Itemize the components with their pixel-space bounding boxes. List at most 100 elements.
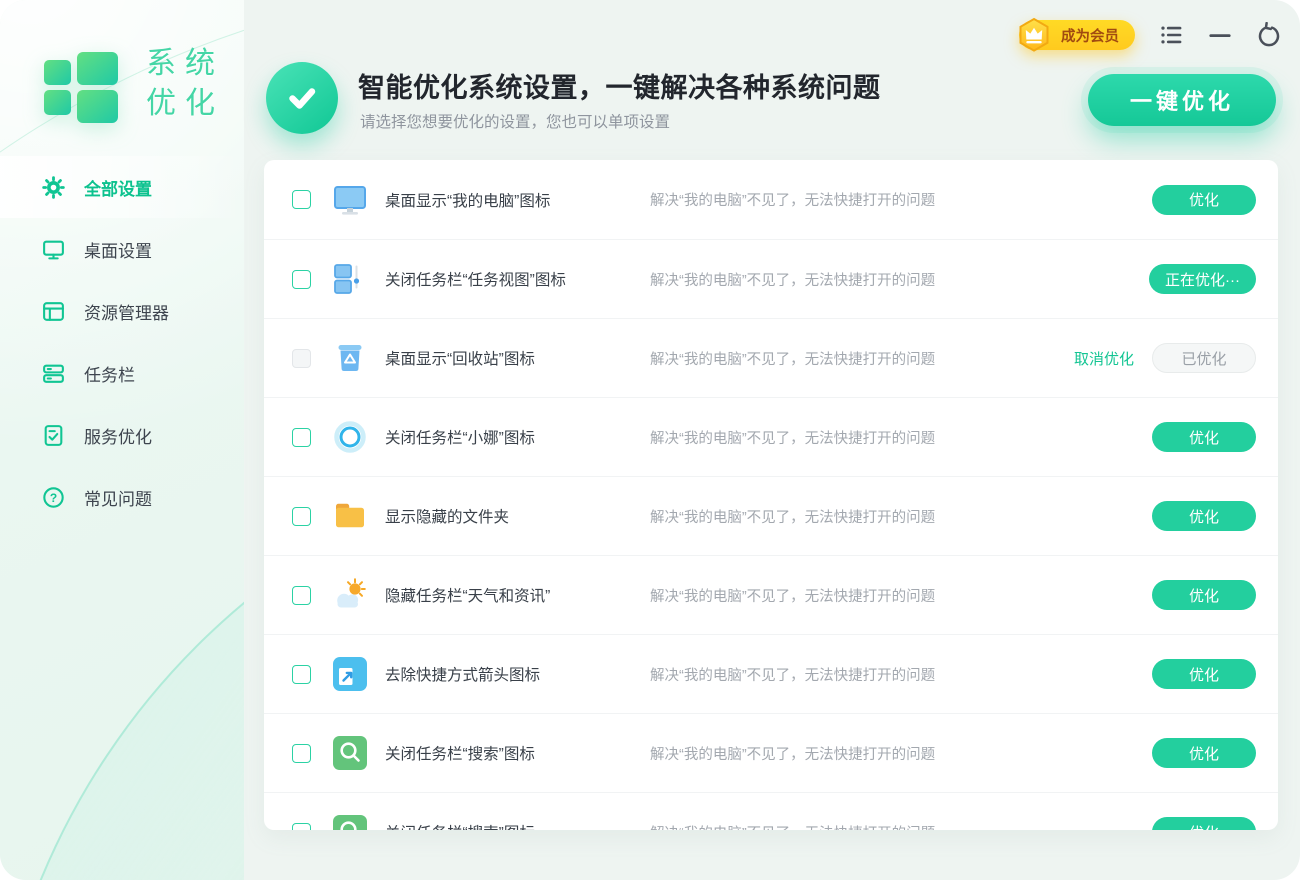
minimize-icon[interactable] <box>1206 22 1233 49</box>
row-title: 桌面显示“我的电脑”图标 <box>385 189 650 211</box>
sidebar-menu: 全部设置 桌面设置 资源管理器 任务栏 服务优化 ? 常见问题 <box>0 156 244 528</box>
row-checkbox[interactable] <box>292 744 311 763</box>
row-description: 解决“我的电脑”不见了，无法快捷打开的问题 <box>650 664 1152 685</box>
row-checkbox[interactable] <box>292 190 311 209</box>
sidebar-item-service-optimize[interactable]: 服务优化 <box>0 404 244 466</box>
row-title: 关闭任务栏“任务视图”图标 <box>385 268 650 290</box>
weather-icon <box>331 576 369 614</box>
row-checkbox[interactable] <box>292 665 311 684</box>
row-description: 解决“我的电脑”不见了，无法快捷打开的问题 <box>650 506 1152 527</box>
row-title: 桌面显示“回收站”图标 <box>385 347 650 369</box>
row-checkbox[interactable] <box>292 507 311 526</box>
list-item: 隐藏任务栏“天气和资讯”解决“我的电脑”不见了，无法快捷打开的问题优化 <box>264 555 1278 634</box>
task-view-icon <box>331 260 369 298</box>
sidebar-item-label: 任务栏 <box>84 361 135 386</box>
app-logo: 系统 优化 <box>36 40 224 128</box>
explorer-icon <box>40 298 66 324</box>
sidebar: 系统 优化 全部设置 桌面设置 资源管理器 任务栏 服务优化 ? 常见问题 <box>0 0 244 880</box>
one-click-optimize-button[interactable]: 一键优化 <box>1088 74 1276 126</box>
optimize-button[interactable]: 优化 <box>1152 185 1256 215</box>
cancel-optimize-link[interactable]: 取消优化 <box>1074 348 1134 369</box>
optimize-button[interactable]: 优化 <box>1152 580 1256 610</box>
row-description: 解决“我的电脑”不见了，无法快捷打开的问题 <box>650 585 1152 606</box>
row-description: 解决“我的电脑”不见了，无法快捷打开的问题 <box>650 189 1152 210</box>
row-checkbox[interactable] <box>292 428 311 447</box>
row-description: 解决“我的电脑”不见了，无法快捷打开的问题 <box>650 427 1152 448</box>
sidebar-item-all-settings[interactable]: 全部设置 <box>0 156 244 218</box>
list-item: 桌面显示“回收站”图标解决“我的电脑”不见了，无法快捷打开的问题取消优化已优化 <box>264 318 1278 397</box>
row-action: 优化 <box>1152 501 1256 531</box>
list-item: 关闭任务栏“小娜”图标解决“我的电脑”不见了，无法快捷打开的问题优化 <box>264 397 1278 476</box>
page-title: 智能优化系统设置，一键解决各种系统问题 <box>358 66 881 105</box>
member-label: 成为会员 <box>1061 25 1119 46</box>
sidebar-item-explorer[interactable]: 资源管理器 <box>0 280 244 342</box>
row-action: 优化 <box>1152 580 1256 610</box>
row-title: 去除快捷方式箭头图标 <box>385 663 650 685</box>
settings-list: 桌面显示“我的电脑”图标解决“我的电脑”不见了，无法快捷打开的问题优化 关闭任务… <box>264 160 1278 830</box>
row-checkbox[interactable] <box>292 586 311 605</box>
sidebar-item-taskbar[interactable]: 任务栏 <box>0 342 244 404</box>
app-title: 系统 优化 <box>146 44 224 123</box>
sidebar-item-label: 常见问题 <box>84 485 152 510</box>
gear-icon <box>40 174 66 200</box>
search-icon <box>331 734 369 772</box>
sidebar-item-label: 桌面设置 <box>84 237 152 262</box>
row-action: 优化 <box>1152 659 1256 689</box>
taskbar-icon <box>40 360 66 386</box>
recycle-bin-icon <box>331 339 369 377</box>
app-window: 系统 优化 全部设置 桌面设置 资源管理器 任务栏 服务优化 ? 常见问题 <box>0 0 1300 880</box>
sidebar-item-faq[interactable]: ? 常见问题 <box>0 466 244 528</box>
row-description: 解决“我的电脑”不见了，无法快捷打开的问题 <box>650 348 1074 369</box>
optimize-button[interactable]: 优化 <box>1152 422 1256 452</box>
list-item: 关闭任务栏“搜索”图标解决“我的电脑”不见了，无法快捷打开的问题优化 <box>264 792 1278 830</box>
list-item: 去除快捷方式箭头图标解决“我的电脑”不见了，无法快捷打开的问题优化 <box>264 634 1278 713</box>
check-circle-icon <box>266 62 338 134</box>
row-checkbox[interactable] <box>292 823 311 831</box>
row-action: 优化 <box>1152 185 1256 215</box>
monitor-icon <box>40 236 66 262</box>
optimize-button[interactable]: 优化 <box>1152 659 1256 689</box>
my-computer-icon <box>331 181 369 219</box>
sidebar-item-label: 资源管理器 <box>84 299 169 324</box>
shortcut-arrow-icon <box>331 655 369 693</box>
cortana-icon <box>331 418 369 456</box>
row-action: 优化 <box>1152 422 1256 452</box>
row-description: 解决“我的电脑”不见了，无法快捷打开的问题 <box>650 269 1149 290</box>
optimize-button[interactable]: 优化 <box>1152 501 1256 531</box>
question-icon: ? <box>40 484 66 510</box>
row-title: 关闭任务栏“搜索”图标 <box>385 742 650 764</box>
row-title: 关闭任务栏“搜索”图标 <box>385 821 650 830</box>
sidebar-item-desktop-settings[interactable]: 桌面设置 <box>0 218 244 280</box>
svg-text:?: ? <box>49 490 56 504</box>
sidebar-item-label: 服务优化 <box>84 423 152 448</box>
optimize-button[interactable]: 优化 <box>1152 738 1256 768</box>
crown-icon <box>1014 15 1054 55</box>
menu-list-icon[interactable] <box>1157 22 1184 49</box>
folder-icon <box>331 497 369 535</box>
undo-icon[interactable] <box>1255 22 1282 49</box>
optimize-button[interactable]: 优化 <box>1152 817 1256 830</box>
settings-list-card: 桌面显示“我的电脑”图标解决“我的电脑”不见了，无法快捷打开的问题优化 关闭任务… <box>264 160 1278 830</box>
row-title: 关闭任务栏“小娜”图标 <box>385 426 650 448</box>
list-item: 关闭任务栏“任务视图”图标解决“我的电脑”不见了，无法快捷打开的问题正在优化··… <box>264 239 1278 318</box>
search-icon <box>331 813 369 830</box>
row-action: 取消优化已优化 <box>1074 343 1256 373</box>
list-item: 桌面显示“我的电脑”图标解决“我的电脑”不见了，无法快捷打开的问题优化 <box>264 160 1278 239</box>
service-icon <box>40 422 66 448</box>
optimized-button: 已优化 <box>1152 343 1256 373</box>
row-title: 隐藏任务栏“天气和资讯” <box>385 584 650 606</box>
row-checkbox[interactable] <box>292 270 311 289</box>
become-member-button[interactable]: 成为会员 <box>1019 20 1135 50</box>
row-description: 解决“我的电脑”不见了，无法快捷打开的问题 <box>650 822 1152 831</box>
row-title: 显示隐藏的文件夹 <box>385 505 650 527</box>
page-subtitle: 请选择您想要优化的设置，您也可以单项设置 <box>360 110 670 132</box>
titlebar-controls: 成为会员 <box>1019 20 1282 50</box>
optimizing-button[interactable]: 正在优化··· <box>1149 264 1256 294</box>
row-action: 正在优化··· <box>1149 264 1256 294</box>
list-item: 关闭任务栏“搜索”图标解决“我的电脑”不见了，无法快捷打开的问题优化 <box>264 713 1278 792</box>
sidebar-item-label: 全部设置 <box>84 175 152 200</box>
row-action: 优化 <box>1152 817 1256 830</box>
row-action: 优化 <box>1152 738 1256 768</box>
list-item: 显示隐藏的文件夹解决“我的电脑”不见了，无法快捷打开的问题优化 <box>264 476 1278 555</box>
windows-logo-icon <box>36 40 132 128</box>
